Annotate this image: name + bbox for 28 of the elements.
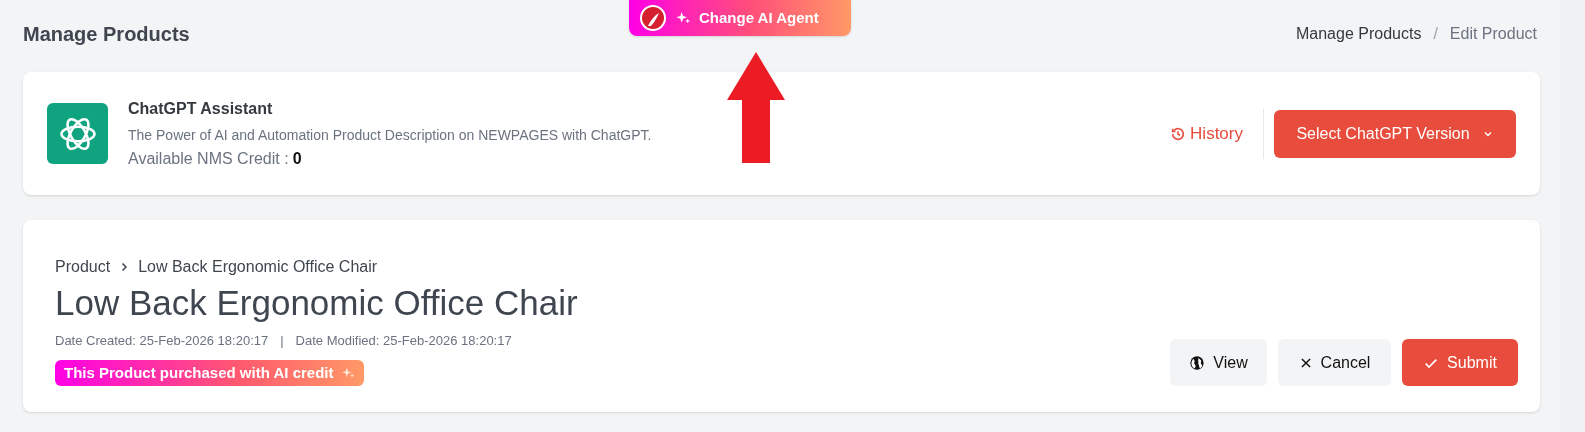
- submit-button[interactable]: Submit: [1402, 339, 1518, 386]
- sparkle-icon: [675, 10, 691, 26]
- product-title: Low Back Ergonomic Office Chair: [55, 281, 578, 324]
- version-dropdown-button[interactable]: Select ChatGPT Version: [1274, 109, 1516, 158]
- credit-value: 0: [292, 148, 302, 169]
- breadcrumb-separator: /: [1433, 24, 1438, 44]
- view-button[interactable]: View: [1170, 339, 1267, 386]
- product-path-item[interactable]: Product: [55, 254, 111, 279]
- close-icon: [1298, 355, 1313, 370]
- assistant-name: ChatGPT Assistant: [128, 98, 274, 119]
- sparkle-icon: [341, 366, 356, 380]
- credit-label: Available NMS Credit :: [128, 148, 289, 169]
- ai-credit-badge: This Product purchased with AI credit: [55, 360, 365, 386]
- date-separator: |: [280, 331, 284, 350]
- breadcrumb-item[interactable]: Manage Products: [1296, 22, 1422, 46]
- date-modified: Date Modified: 25-Feb-2026 18:20:17: [295, 331, 512, 350]
- chatgpt-logo-icon: [47, 103, 108, 164]
- agent-avatar-icon: [639, 4, 667, 32]
- cancel-button[interactable]: Cancel: [1278, 339, 1391, 386]
- breadcrumb-item: Edit Product: [1449, 24, 1537, 44]
- history-icon: [1170, 125, 1187, 142]
- page-title: Manage Products: [23, 22, 190, 47]
- up-arrow-icon: [727, 52, 785, 163]
- globe-icon: [1189, 354, 1206, 371]
- date-created: Date Created: 25-Feb-2026 18:20:17: [55, 331, 269, 350]
- product-path-item: Low Back Ergonomic Office Chair: [138, 256, 378, 277]
- history-link[interactable]: History: [1170, 120, 1253, 147]
- assistant-description: The Power of AI and Automation Product Description on NEWPAGES with ChatGPT.: [128, 125, 652, 145]
